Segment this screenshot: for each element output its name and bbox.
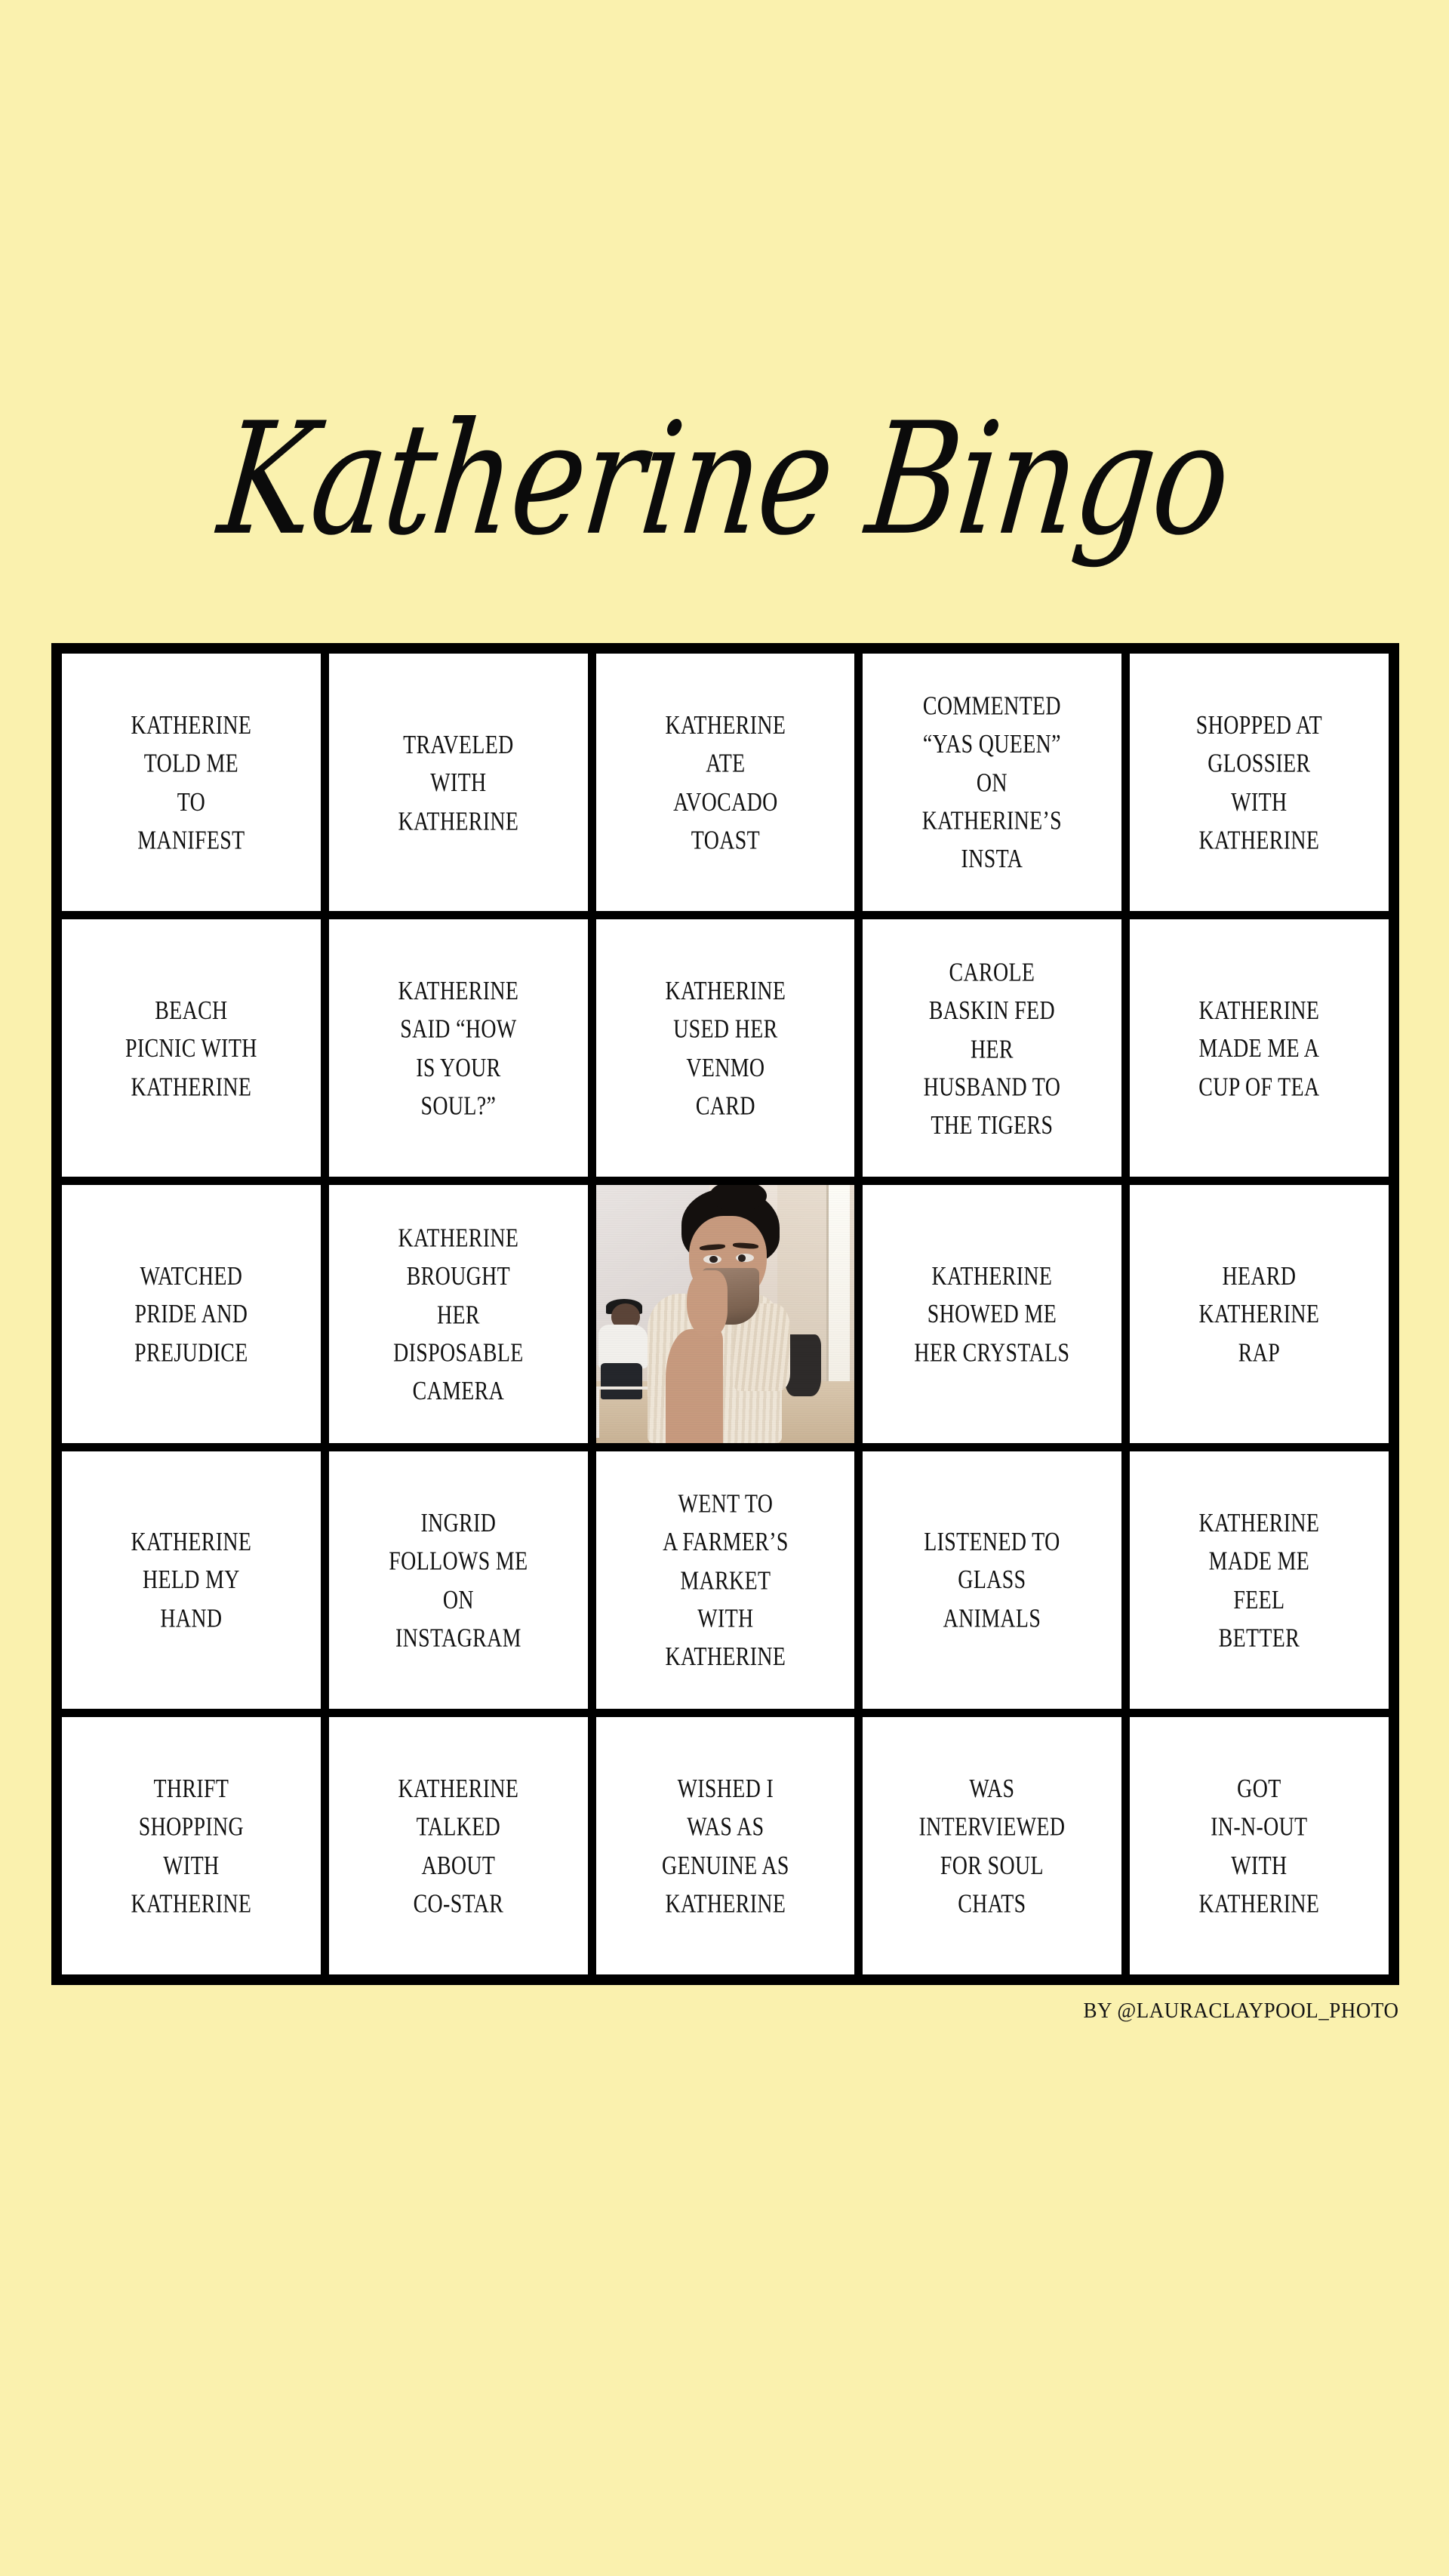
bingo-cell-text: GOT IN-N-OUT WITH KATHERINE [1198, 1773, 1320, 1918]
bingo-cell-text: KATHERINE SHOWED ME HER CRYSTALS [914, 1260, 1070, 1368]
katherine-photo [595, 1185, 855, 1443]
bingo-cell[interactable]: KATHERINE SHOWED ME HER CRYSTALS [863, 1185, 1122, 1443]
bingo-cell-photo[interactable] [595, 1185, 855, 1443]
bingo-cell-text: CAROLE BASKIN FED HER HUSBAND TO THE TIG… [923, 956, 1061, 1140]
photographer-credit: BY @LAURACLAYPOOL_PHOTO [1083, 1999, 1399, 2023]
bingo-cell-text: INGRID FOLLOWS ME ON INSTAGRAM [389, 1507, 528, 1652]
bingo-cell-text: COMMENTED “YAS QUEEN” ON KATHERINE’S INS… [922, 691, 1063, 874]
bingo-cell[interactable]: WATCHED PRIDE AND PREJUDICE [62, 1185, 321, 1443]
bingo-cell[interactable]: GOT IN-N-OUT WITH KATHERINE [1130, 1716, 1389, 1974]
bingo-cell[interactable]: INGRID FOLLOWS ME ON INSTAGRAM [328, 1451, 588, 1709]
bingo-cell-text: WATCHED PRIDE AND PREJUDICE [134, 1260, 248, 1368]
bingo-cell-text: KATHERINE TOLD ME TO MANIFEST [131, 709, 252, 855]
bingo-cell-text: KATHERINE SAID “HOW IS YOUR SOUL?” [398, 976, 519, 1121]
bingo-cell-text: KATHERINE MADE ME A CUP OF TEA [1198, 995, 1320, 1101]
bingo-cell[interactable]: KATHERINE MADE ME A CUP OF TEA [1130, 919, 1389, 1177]
bingo-cell[interactable]: COMMENTED “YAS QUEEN” ON KATHERINE’S INS… [863, 654, 1122, 912]
photo-subject-arm [666, 1329, 723, 1443]
bingo-cell-text: HEARD KATHERINE RAP [1198, 1260, 1320, 1368]
bingo-cell-text: KATHERINE ATE AVOCADO TOAST [665, 709, 786, 855]
bingo-cell-text: WISHED I WAS AS GENUINE AS KATHERINE [661, 1773, 789, 1918]
bingo-cell-text: THRIFT SHOPPING WITH KATHERINE [131, 1773, 252, 1918]
photo-subject-pupil-left [709, 1255, 718, 1263]
bingo-cell-text: BEACH PICNIC WITH KATHERINE [125, 995, 257, 1101]
photo-window [826, 1185, 850, 1386]
photo-background-person-body [598, 1324, 648, 1368]
bingo-cell-text: KATHERINE HELD MY HAND [131, 1526, 252, 1633]
photo-chair [595, 1386, 653, 1438]
bingo-cell-text: KATHERINE TALKED ABOUT CO-STAR [398, 1773, 519, 1918]
photo-subject-hand [686, 1270, 728, 1337]
bingo-cell[interactable]: SHOPPED AT GLOSSIER WITH KATHERINE [1130, 654, 1389, 912]
bingo-cell-text: KATHERINE MADE ME FEEL BETTER [1198, 1507, 1320, 1652]
bingo-cell[interactable]: WAS INTERVIEWED FOR SOUL CHATS [863, 1716, 1122, 1974]
photo-bag [784, 1334, 821, 1397]
bingo-cell-text: TRAVELED WITH KATHERINE [398, 729, 519, 836]
bingo-cell[interactable]: KATHERINE TALKED ABOUT CO-STAR [328, 1716, 588, 1974]
bingo-cell-text: LISTENED TO GLASS ANIMALS [924, 1526, 1060, 1633]
bingo-cell[interactable]: THRIFT SHOPPING WITH KATHERINE [62, 1716, 321, 1974]
bingo-cell[interactable]: TRAVELED WITH KATHERINE [328, 654, 588, 912]
bingo-cell-text: SHOPPED AT GLOSSIER WITH KATHERINE [1195, 709, 1323, 855]
bingo-cell[interactable]: KATHERINE SAID “HOW IS YOUR SOUL?” [328, 919, 588, 1177]
bingo-cell[interactable]: KATHERINE USED HER VENMO CARD [595, 919, 855, 1177]
bingo-cell[interactable]: WISHED I WAS AS GENUINE AS KATHERINE [595, 1716, 855, 1974]
bingo-cell[interactable]: KATHERINE HELD MY HAND [62, 1451, 321, 1709]
bingo-cell[interactable]: KATHERINE ATE AVOCADO TOAST [595, 654, 855, 912]
bingo-cell-text: KATHERINE USED HER VENMO CARD [665, 976, 786, 1121]
bingo-board: KATHERINE TOLD ME TO MANIFEST TRAVELED W… [51, 643, 1399, 1985]
bingo-cell[interactable]: KATHERINE TOLD ME TO MANIFEST [62, 654, 321, 912]
bingo-cell[interactable]: LISTENED TO GLASS ANIMALS [863, 1451, 1122, 1709]
page-title: Katherine Bingo [212, 389, 1237, 570]
bingo-cell[interactable]: KATHERINE MADE ME FEEL BETTER [1130, 1451, 1389, 1709]
bingo-cell-text: WAS INTERVIEWED FOR SOUL CHATS [918, 1773, 1066, 1918]
bingo-cell[interactable]: BEACH PICNIC WITH KATHERINE [62, 919, 321, 1177]
bingo-cell[interactable]: HEARD KATHERINE RAP [1130, 1185, 1389, 1443]
bingo-cell-text: WENT TO A FARMER’S MARKET WITH KATHERINE [662, 1488, 789, 1672]
bingo-cell[interactable]: KATHERINE BROUGHT HER DISPOSABLE CAMERA [328, 1185, 588, 1443]
page-title-container: Katherine Bingo [0, 355, 1449, 604]
bingo-cell-text: KATHERINE BROUGHT HER DISPOSABLE CAMERA [392, 1222, 524, 1405]
bingo-cell[interactable]: CAROLE BASKIN FED HER HUSBAND TO THE TIG… [863, 919, 1122, 1177]
photo-subject-pupil-right [738, 1254, 746, 1262]
bingo-cell[interactable]: WENT TO A FARMER’S MARKET WITH KATHERINE [595, 1451, 855, 1709]
